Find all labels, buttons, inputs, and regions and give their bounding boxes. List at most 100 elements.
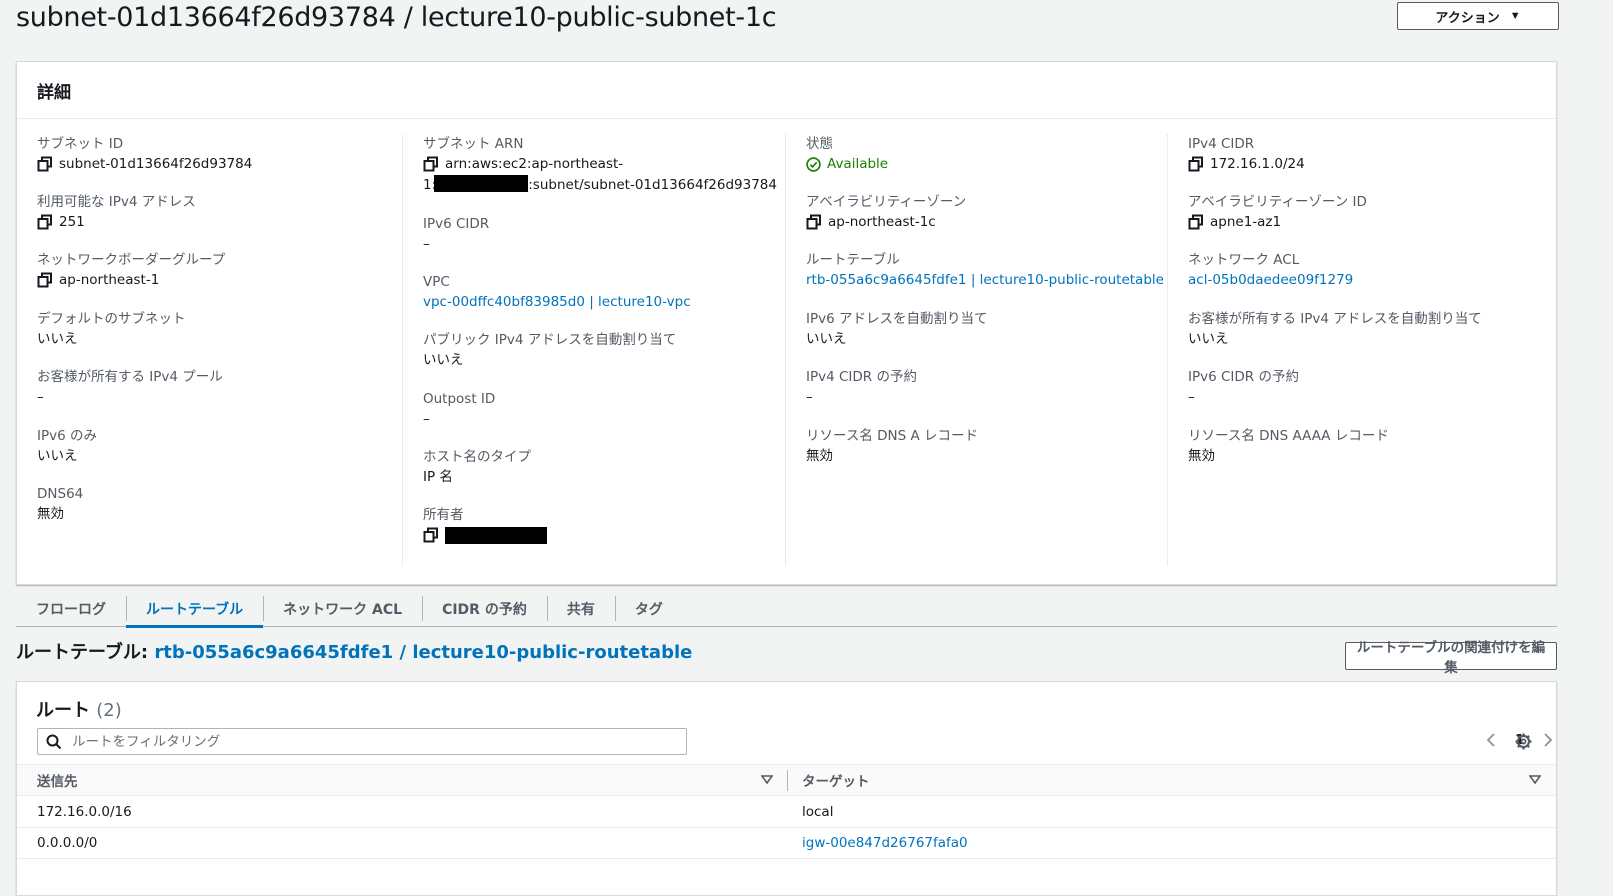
details-column-1: サブネット ID subnet-01d13664f26d93784 利用可能な … [17, 134, 402, 566]
tab-sharing[interactable]: 共有 [546, 591, 615, 626]
ipv6-cidr-reservation-label: IPv6 CIDR の予約 [1188, 369, 1299, 385]
vpc-field: VPC vpc-00dffc40bf83985d0 | lecture10-vp… [423, 272, 777, 313]
owner-label: 所有者 [423, 507, 464, 523]
availability-zone-field: アベイラビリティーゾーン ap-northeast-1c [806, 192, 1159, 233]
sort-down-icon[interactable] [761, 775, 773, 785]
redacted-owner-id [445, 527, 547, 544]
vpc-link[interactable]: vpc-00dffc40bf83985d0 | lecture10-vpc [423, 292, 691, 313]
dns-a-record-value: 無効 [806, 448, 833, 464]
availability-zone-id-field: アベイラビリティーゾーン ID apne1-az1 [1188, 192, 1548, 233]
customer-owned-ipv4-pool-label: お客様が所有する IPv4 プール [37, 369, 223, 385]
sort-down-icon[interactable] [1529, 775, 1541, 785]
actions-button[interactable]: アクション ▼ [1397, 2, 1559, 30]
column-header-target[interactable]: ターゲット [802, 765, 870, 795]
state-field: 状態 Available [806, 134, 1159, 175]
copy-icon[interactable] [37, 214, 53, 230]
route-table-field: ルートテーブル rtb-055a6c9a6645fdfe1 | lecture1… [806, 250, 1164, 291]
copy-icon[interactable] [806, 214, 822, 230]
copy-icon[interactable] [423, 156, 439, 172]
ipv6-cidr-field: IPv6 CIDR – [423, 214, 777, 255]
ipv4-cidr-field: IPv4 CIDR 172.16.1.0/24 [1188, 134, 1548, 175]
routes-table-header: 送信先 ターゲット [17, 764, 1556, 796]
auto-assign-public-ipv4-label: パブリック IPv4 アドレスを自動割り当て [423, 332, 677, 348]
network-acl-link[interactable]: acl-05b0daedee09f1279 [1188, 270, 1353, 291]
dns64-value: 無効 [37, 506, 64, 522]
route-table-link[interactable]: rtb-055a6c9a6645fdfe1 | lecture10-public… [806, 270, 1164, 291]
dns64-field: DNS64 無効 [37, 484, 394, 525]
dns-aaaa-record-value: 無効 [1188, 448, 1215, 464]
ipv6-cidr-reservation-value: – [1188, 389, 1195, 405]
chevron-right-icon[interactable] [1542, 732, 1554, 748]
tab-network-acl[interactable]: ネットワーク ACL [263, 591, 422, 626]
route-table-label: ルートテーブル [806, 252, 900, 268]
outpost-id-value: – [423, 411, 430, 427]
subnet-id-value: subnet-01d13664f26d93784 [59, 156, 253, 172]
ipv6-cidr-reservation-field: IPv6 CIDR の予約 – [1188, 367, 1548, 408]
dns-aaaa-record-label: リソース名 DNS AAAA レコード [1188, 428, 1389, 444]
customer-owned-ipv4-auto-assign-field: お客様が所有する IPv4 アドレスを自動割り当て いいえ [1188, 309, 1548, 350]
auto-assign-ipv6-field: IPv6 アドレスを自動割り当て いいえ [806, 309, 1159, 350]
tab-flow-logs[interactable]: フローログ [16, 591, 126, 626]
detail-tabs: フローログ ルートテーブル ネットワーク ACL CIDR の予約 共有 タグ [16, 591, 1557, 628]
routes-filter-input[interactable] [70, 732, 686, 751]
available-ipv4-field: 利用可能な IPv4 アドレス 251 [37, 192, 394, 233]
ipv6-only-field: IPv6 のみ いいえ [37, 426, 394, 467]
subnet-arn-field: サブネット ARN arn:aws:ec2:ap-northeast- 1::s… [423, 134, 777, 196]
route-target: local [802, 803, 834, 820]
route-destination: 0.0.0.0/0 [37, 834, 98, 851]
default-subnet-value: いいえ [37, 331, 78, 347]
state-label: 状態 [806, 136, 833, 152]
copy-icon[interactable] [37, 156, 53, 172]
ipv4-cidr-label: IPv4 CIDR [1188, 136, 1255, 152]
routes-title-text: ルート [36, 700, 90, 721]
route-table-heading-link[interactable]: rtb-055a6c9a6645fdfe1 / lecture10-public… [154, 642, 692, 663]
ipv6-only-value: いいえ [37, 448, 78, 464]
available-ipv4-label: 利用可能な IPv4 アドレス [37, 194, 196, 210]
page-title: subnet-01d13664f26d93784 / lecture10-pub… [16, 2, 777, 33]
network-border-group-label: ネットワークボーダーグループ [37, 252, 226, 268]
hostname-type-label: ホスト名のタイプ [423, 449, 531, 465]
details-panel: 詳細 サブネット ID subnet-01d13664f26d93784 利用可… [16, 61, 1557, 585]
tab-cidr-reservations[interactable]: CIDR の予約 [422, 591, 547, 626]
default-subnet-field: デフォルトのサブネット いいえ [37, 309, 394, 350]
auto-assign-public-ipv4-value: いいえ [423, 352, 464, 368]
auto-assign-ipv6-label: IPv6 アドレスを自動割り当て [806, 311, 988, 327]
column-header-destination[interactable]: 送信先 [37, 765, 78, 795]
state-value: Available [827, 156, 889, 172]
copy-icon[interactable] [1188, 214, 1204, 230]
copy-icon[interactable] [423, 527, 439, 543]
edit-route-table-association-button[interactable]: ルートテーブルの関連付けを編集 [1345, 640, 1557, 675]
dns-aaaa-record-field: リソース名 DNS AAAA レコード 無効 [1188, 426, 1548, 467]
customer-owned-ipv4-pool-field: お客様が所有する IPv4 プール – [37, 367, 394, 408]
details-column-2: サブネット ARN arn:aws:ec2:ap-northeast- 1::s… [402, 134, 785, 566]
network-acl-label: ネットワーク ACL [1188, 252, 1300, 268]
auto-assign-public-ipv4-field: パブリック IPv4 アドレスを自動割り当て いいえ [423, 330, 777, 371]
copy-icon[interactable] [37, 272, 53, 288]
chevron-left-icon[interactable] [1485, 732, 1497, 748]
routes-filter[interactable] [37, 728, 687, 755]
details-column-3: 状態 Available アベイラビリティーゾーン ap-northeast-1… [785, 134, 1167, 566]
default-subnet-label: デフォルトのサブネット [37, 311, 186, 327]
ipv4-cidr-value: 172.16.1.0/24 [1210, 156, 1305, 172]
copy-icon[interactable] [1188, 156, 1204, 172]
check-circle-icon [806, 157, 821, 172]
auto-assign-ipv6-value: いいえ [806, 331, 847, 347]
caret-down-icon: ▼ [1509, 10, 1521, 22]
availability-zone-value: ap-northeast-1c [828, 214, 936, 230]
customer-owned-ipv4-auto-assign-label: お客様が所有する IPv4 アドレスを自動割り当て [1188, 311, 1482, 327]
tab-route-table[interactable]: ルートテーブル [126, 591, 264, 628]
route-target-link[interactable]: igw-00e847d26767fafa0 [802, 827, 968, 858]
route-table-heading-prefix: ルートテーブル: [16, 642, 149, 663]
subnet-arn-value-suffix: :subnet/subnet-01d13664f26d93784 [528, 177, 777, 193]
availability-zone-label: アベイラビリティーゾーン [806, 194, 967, 210]
route-destination: 172.16.0.0/16 [37, 803, 132, 820]
details-column-4: IPv4 CIDR 172.16.1.0/24 アベイラビリティーゾーン ID … [1167, 134, 1556, 566]
search-icon [46, 734, 62, 749]
details-header: 詳細 [17, 62, 1556, 119]
gear-icon[interactable] [1515, 733, 1532, 750]
table-row: 0.0.0.0/0 igw-00e847d26767fafa0 [17, 827, 1556, 859]
actions-button-label: アクション [1435, 9, 1500, 25]
column-divider[interactable] [787, 770, 788, 791]
available-ipv4-value: 251 [59, 214, 85, 230]
tab-tags[interactable]: タグ [614, 591, 683, 626]
